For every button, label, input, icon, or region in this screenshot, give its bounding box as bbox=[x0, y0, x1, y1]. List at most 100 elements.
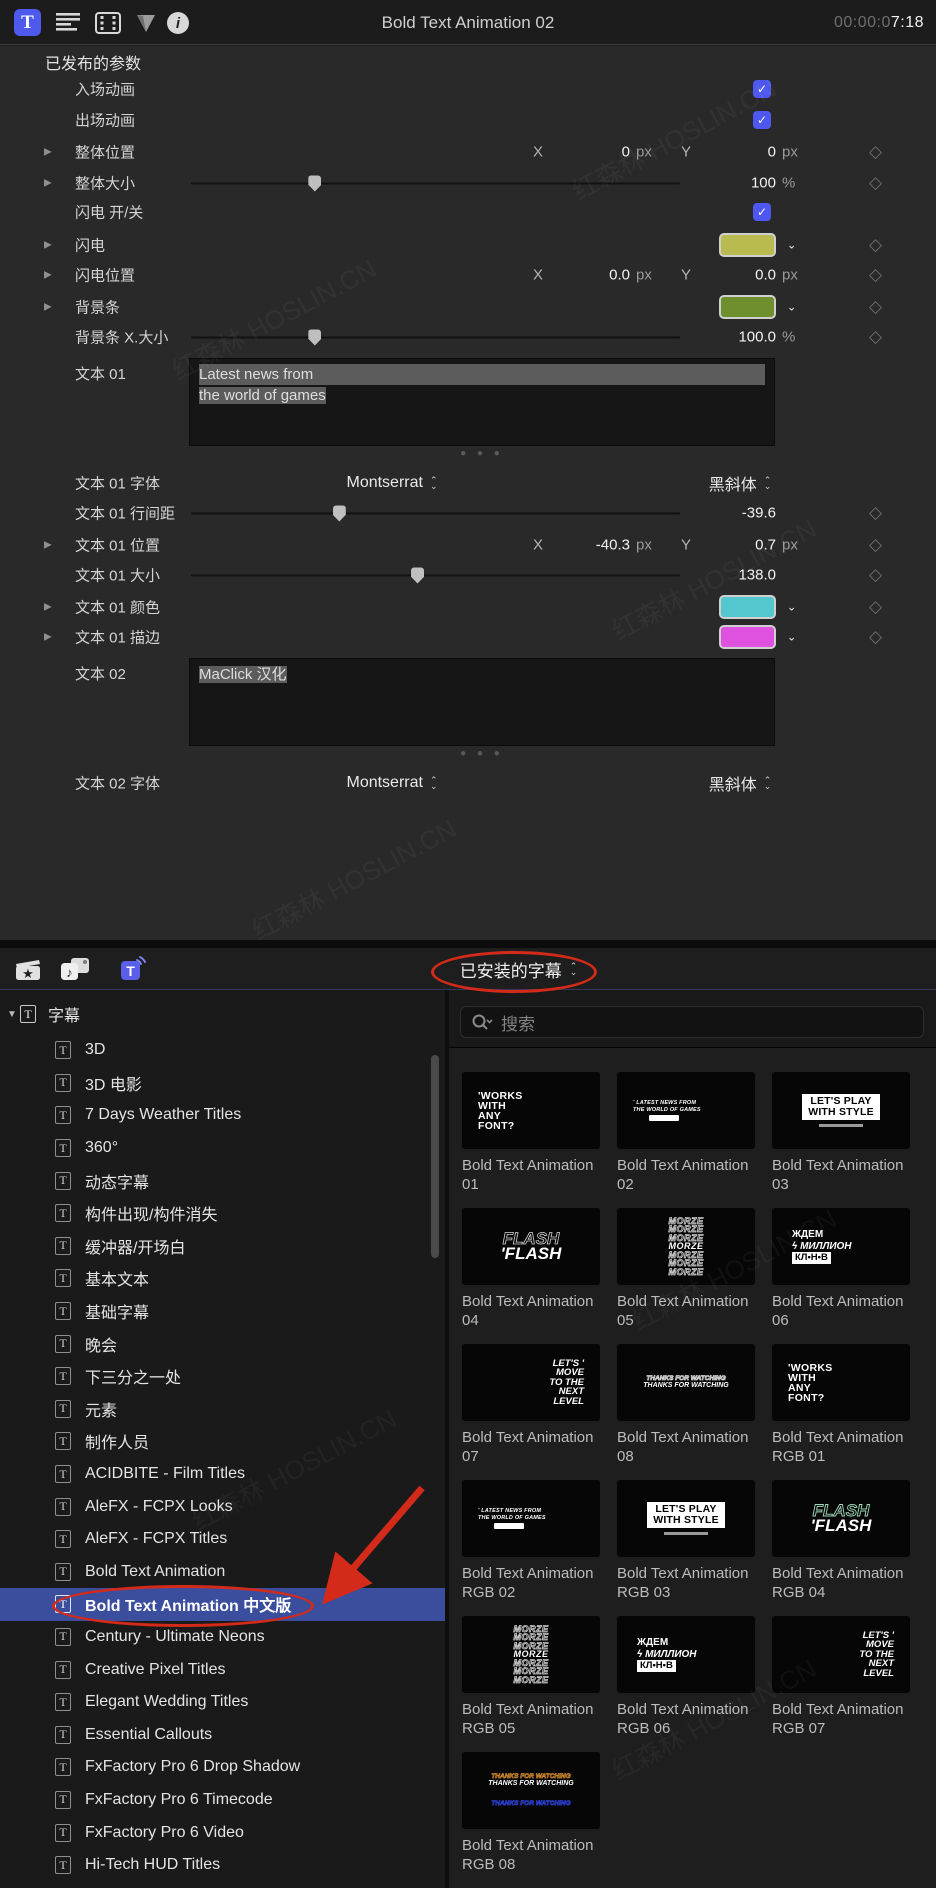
title-thumbnail-cell[interactable]: THANKS FOR WATCHING THANKS FOR WATCHING TH… bbox=[462, 1752, 600, 1874]
text02-face-popup[interactable]: 黑斜体 ⌃ ⌄ bbox=[690, 771, 790, 795]
pos-x-value[interactable]: 0 bbox=[545, 144, 630, 161]
keyframe-diamond-icon[interactable]: ◇ bbox=[869, 265, 882, 285]
sidebar-item[interactable]: T 构件出现/构件消失 bbox=[0, 1197, 445, 1230]
disclosure-triangle[interactable]: ▶ bbox=[44, 178, 52, 189]
sidebar-item-root[interactable]: ▼ T 字幕 bbox=[0, 998, 445, 1030]
sidebar-item[interactable]: T AleFX - FCPX Titles bbox=[0, 1523, 445, 1556]
keyframe-diamond-icon[interactable]: ◇ bbox=[869, 235, 882, 255]
disclosure-triangle[interactable]: ▼ bbox=[7, 1009, 17, 1020]
disclosure-triangle[interactable]: ▶ bbox=[44, 240, 52, 251]
title-thumbnail-cell[interactable]: LET'S PLAY WITH STYLE Bold Text Animation… bbox=[617, 1480, 755, 1602]
sidebar-item-selected[interactable]: T Bold Text Animation 中文版 bbox=[0, 1588, 445, 1621]
title-thumbnail-cell[interactable]: FLASH 'FLASH Bold Text Animation RGB 04 bbox=[772, 1480, 910, 1602]
size-value[interactable]: 100 bbox=[640, 175, 776, 192]
keyframe-diamond-icon[interactable]: ◇ bbox=[869, 503, 882, 523]
disclosure-triangle[interactable]: ▶ bbox=[44, 147, 52, 158]
text01-size-slider[interactable] bbox=[191, 567, 680, 584]
sidebar-item[interactable]: T FxFactory Pro 6 Drop Shadow bbox=[0, 1751, 445, 1784]
chevron-down-icon[interactable]: ⌄ bbox=[787, 601, 796, 614]
title-thumbnail-cell[interactable]: LET'S PLAY WITH STYLE Bold Text Animation… bbox=[772, 1072, 910, 1194]
sidebar-item[interactable]: T 元素 bbox=[0, 1393, 445, 1426]
sidebar-item[interactable]: T 基本文本 bbox=[0, 1262, 445, 1295]
sidebar-item[interactable]: T 360° bbox=[0, 1132, 445, 1165]
title-thumbnail-cell[interactable]: MORZE MORZE MORZE MORZE MORZE MORZE MORZE Bold… bbox=[617, 1208, 755, 1330]
disclosure-triangle[interactable]: ▶ bbox=[44, 270, 52, 281]
title-thumbnail-cell[interactable]: ЖДЕМ ϟ МИЛЛИОН КЛ•Н•В Bold Text Animation … bbox=[617, 1616, 755, 1738]
text02-font-popup[interactable]: Montserrat ⌃ ⌄ bbox=[307, 774, 477, 792]
bar-color-swatch[interactable] bbox=[719, 295, 776, 319]
title-thumbnail-cell[interactable]: ' LATEST NEWS FROM THE WORLD OF GAMES Bol… bbox=[462, 1480, 600, 1602]
leading-value[interactable]: -39.6 bbox=[640, 505, 776, 522]
keyframe-diamond-icon[interactable]: ◇ bbox=[869, 565, 882, 585]
sidebar-item[interactable]: T FxFactory Pro 6 Timecode bbox=[0, 1784, 445, 1817]
text01-font-popup[interactable]: Montserrat ⌃ ⌄ bbox=[307, 474, 477, 492]
disclosure-triangle[interactable]: ▶ bbox=[44, 540, 52, 551]
sidebar-item[interactable]: T 下三分之一处 bbox=[0, 1360, 445, 1393]
sidebar-item[interactable]: T Bold Text Animation bbox=[0, 1556, 445, 1589]
sidebar-item[interactable]: T Elegant Wedding Titles bbox=[0, 1686, 445, 1719]
installed-titles-popup[interactable]: 已安装的字幕 ⌃ ⌄ bbox=[436, 948, 601, 990]
pos-y-value[interactable]: 0 bbox=[690, 144, 776, 161]
text01-outline-swatch[interactable] bbox=[719, 625, 776, 649]
title-thumbnail-cell[interactable]: ' LATEST NEWS FROM THE WORLD OF GAMES Bol… bbox=[617, 1072, 755, 1194]
leading-slider[interactable] bbox=[191, 505, 680, 522]
sidebar-item[interactable]: T ACIDBITE - Film Titles bbox=[0, 1458, 445, 1491]
keyframe-diamond-icon[interactable]: ◇ bbox=[869, 327, 882, 347]
chevron-down-icon[interactable]: ⌄ bbox=[787, 631, 796, 644]
title-thumbnail-cell[interactable]: ЖДЕМ ϟ МИЛЛИОН КЛ•Н•В Bold Text Animation … bbox=[772, 1208, 910, 1330]
sidebar-item[interactable]: T Hi-Tech HUD Titles bbox=[0, 1849, 445, 1882]
sidebar-item[interactable]: T7 Days Weather Titles bbox=[0, 1099, 445, 1132]
sidebar-item[interactable]: T Essential Callouts bbox=[0, 1718, 445, 1751]
disclosure-triangle[interactable]: ▶ bbox=[44, 632, 52, 643]
lightning-checkbox[interactable]: ✓ bbox=[753, 203, 771, 221]
sidebar-item[interactable]: T FxFactory Pro 6 Video bbox=[0, 1816, 445, 1849]
light-pos-y-value[interactable]: 0.0 bbox=[690, 267, 776, 284]
in-anim-checkbox[interactable]: ✓ bbox=[753, 80, 771, 98]
sidebar-item[interactable]: T 3D 电影 bbox=[0, 1067, 445, 1100]
panel-divider[interactable] bbox=[0, 940, 936, 948]
resize-handle[interactable]: ● ● ● bbox=[189, 448, 775, 459]
lightning-color-swatch[interactable] bbox=[719, 233, 776, 257]
text02-textarea[interactable]: MaClick 汉化 bbox=[189, 658, 775, 746]
text01-face-popup[interactable]: 黑斜体 ⌃ ⌄ bbox=[690, 471, 790, 495]
sidebar-item[interactable]: T AleFX - FCPX Looks bbox=[0, 1490, 445, 1523]
keyframe-diamond-icon[interactable]: ◇ bbox=[869, 173, 882, 193]
out-anim-checkbox[interactable]: ✓ bbox=[753, 111, 771, 129]
title-thumbnail-cell[interactable]: 'WORKS WITH ANY FONT? Bold Text Animation R… bbox=[772, 1344, 910, 1466]
size-slider[interactable] bbox=[191, 175, 680, 192]
title-thumbnail-cell[interactable]: THANKS FOR WATCHING THANKS FOR WATCHING B… bbox=[617, 1344, 755, 1466]
sidebar-scrollbar[interactable] bbox=[431, 1055, 439, 1258]
disclosure-triangle[interactable]: ▶ bbox=[44, 302, 52, 313]
keyframe-diamond-icon[interactable]: ◇ bbox=[869, 535, 882, 555]
light-pos-x-value[interactable]: 0.0 bbox=[545, 267, 630, 284]
sidebar-item[interactable]: T Creative Pixel Titles bbox=[0, 1653, 445, 1686]
chevron-down-icon[interactable]: ⌄ bbox=[787, 239, 796, 252]
photos-audio-browser-icon[interactable]: ♪ bbox=[58, 953, 92, 985]
resize-handle[interactable]: ● ● ● bbox=[189, 748, 775, 759]
sidebar-item[interactable]: T 缓冲器/开场白 bbox=[0, 1230, 445, 1263]
text01-color-swatch[interactable] bbox=[719, 595, 776, 619]
sidebar-item[interactable]: T 制作人员 bbox=[0, 1425, 445, 1458]
text01-pos-y-value[interactable]: 0.7 bbox=[690, 537, 776, 554]
text01-size-value[interactable]: 138.0 bbox=[640, 567, 776, 584]
sidebar-item[interactable]: T 基础字幕 bbox=[0, 1295, 445, 1328]
text01-pos-x-value[interactable]: -40.3 bbox=[545, 537, 630, 554]
chevron-down-icon[interactable]: ⌄ bbox=[787, 301, 796, 314]
title-thumbnail-cell[interactable]: MORZE MORZE MORZE MORZE MORZE MORZE MORZE Bold… bbox=[462, 1616, 600, 1738]
keyframe-diamond-icon[interactable]: ◇ bbox=[869, 297, 882, 317]
disclosure-triangle[interactable]: ▶ bbox=[44, 602, 52, 613]
title-thumbnail-cell[interactable]: LET'S ' MOVE TO THE NEXT LEVEL Bold Text Ani… bbox=[462, 1344, 600, 1466]
media-browser-icon[interactable]: ★ bbox=[12, 953, 44, 985]
search-input[interactable]: 搜索 bbox=[460, 1006, 924, 1038]
title-thumbnail-cell[interactable]: LET'S ' MOVE TO THE NEXT LEVEL Bold Text Ani… bbox=[772, 1616, 910, 1738]
title-thumbnail-cell[interactable]: 'WORKS WITH ANY FONT? Bold Text Animation 0… bbox=[462, 1072, 600, 1194]
sidebar-item[interactable]: T 动态字幕 bbox=[0, 1164, 445, 1197]
keyframe-diamond-icon[interactable]: ◇ bbox=[869, 142, 882, 162]
title-thumbnail-cell[interactable]: FLASH 'FLASH Bold Text Animation 04 bbox=[462, 1208, 600, 1330]
keyframe-diamond-icon[interactable]: ◇ bbox=[869, 627, 882, 647]
titles-generators-browser-icon[interactable]: T bbox=[108, 953, 148, 985]
bar-x-value[interactable]: 100.0 bbox=[640, 329, 776, 346]
sidebar-item[interactable]: T 晚会 bbox=[0, 1327, 445, 1360]
bar-x-slider[interactable] bbox=[191, 329, 680, 346]
sidebar-item[interactable]: T 3D bbox=[0, 1034, 445, 1067]
